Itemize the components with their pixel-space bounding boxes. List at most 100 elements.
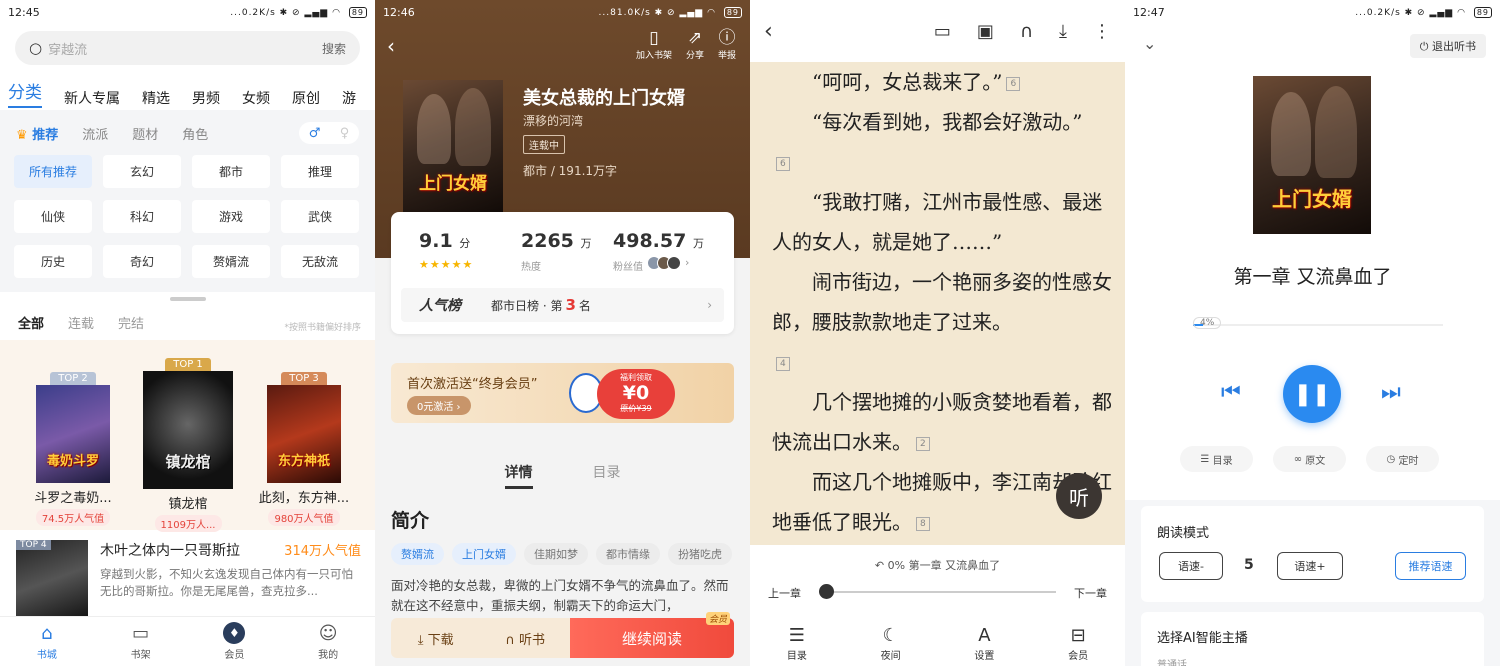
subtab-role[interactable]: 角色 <box>182 124 208 143</box>
fans-value[interactable]: 498.57 万 <box>613 230 704 252</box>
genre-item[interactable]: 奇幻 <box>103 245 181 278</box>
tab-male[interactable]: 男频 <box>192 88 220 108</box>
headphones-icon[interactable]: ∩ <box>1020 21 1033 42</box>
back-icon[interactable]: ‹ <box>387 34 395 58</box>
chapter-title: 第一章 又流鼻血了 <box>1233 266 1392 288</box>
comment-count[interactable]: 6 <box>1006 76 1021 91</box>
comment-count[interactable]: 8 <box>916 516 930 531</box>
comment-count[interactable]: 2 <box>916 436 930 451</box>
skip-next-icon[interactable]: ⏭ <box>1381 380 1401 405</box>
comment-count[interactable]: 6 <box>776 156 790 171</box>
link-icon: ∞ <box>1293 453 1303 465</box>
gender-toggle[interactable]: ♂ ♀ <box>299 122 359 144</box>
report-button[interactable]: ⓘ 举报 <box>718 28 736 61</box>
tag[interactable]: 佳期如梦 <box>524 543 588 565</box>
tag[interactable]: 都市情缘 <box>596 543 660 565</box>
undo-icon[interactable]: ↶ <box>875 559 884 572</box>
fan-avatars[interactable]: › <box>647 256 689 270</box>
genre-item[interactable]: 无敌流 <box>281 245 359 278</box>
genre-item[interactable]: 游戏 <box>192 200 270 233</box>
vip-promo-banner[interactable]: 首次激活送“终身会员” 0元激活 › 福利领取 ¥0 原价¥39 <box>391 363 734 423</box>
rank-book-top2[interactable]: TOP 2 毒奶斗罗 斗罗之毒奶... 74.5万人气值 <box>30 366 116 526</box>
tag[interactable]: 扮猪吃虎 <box>668 543 732 565</box>
continue-reading-button[interactable]: 继续阅读 会员 <box>569 612 735 658</box>
tab-game[interactable]: 游 <box>342 88 356 108</box>
search-button[interactable]: 搜索 <box>322 40 346 57</box>
tab-catalog[interactable]: 目录 <box>593 462 621 489</box>
skip-previous-icon[interactable]: ⏮ <box>1221 380 1241 405</box>
nav-bookstore[interactable]: ⌂ 书城 <box>0 617 94 666</box>
nav-bookshelf[interactable]: ▭ 书架 <box>94 617 188 666</box>
exit-listen-button[interactable]: ⏻ 退出听书 <box>1409 34 1486 58</box>
progress-slider[interactable] <box>826 591 1056 593</box>
menu-catalog[interactable]: ☰ 目录 <box>750 625 844 662</box>
pause-button[interactable]: ❚❚ <box>1283 365 1341 423</box>
slider-knob[interactable] <box>819 584 834 599</box>
genre-item[interactable]: 历史 <box>14 245 92 278</box>
nav-vip[interactable]: ♦ 会员 <box>188 617 282 666</box>
download-button[interactable]: ⤓ 下载 <box>391 629 480 648</box>
tab-female[interactable]: 女频 <box>242 88 270 108</box>
free-icon[interactable]: ▣ <box>977 21 994 42</box>
genre-item[interactable]: 赘婿流 <box>192 245 270 278</box>
search-input[interactable]: 穿越流 <box>48 39 87 58</box>
speed-up-button[interactable]: 语速+ <box>1277 552 1343 580</box>
rank-row[interactable]: 人气榜 都市日榜 · 第3名 › <box>401 288 724 322</box>
recommended-speed-button[interactable]: 推荐语速 <box>1395 552 1466 580</box>
activate-button[interactable]: 0元激活 › <box>407 396 471 415</box>
tab-detail[interactable]: 详情 <box>504 462 533 489</box>
rank-tab-all[interactable]: 全部 <box>18 313 44 332</box>
chevron-down-icon[interactable]: ⌄ <box>1143 34 1156 53</box>
tab-category[interactable]: 分类 <box>8 78 42 108</box>
subtab-recommend[interactable]: ♛ 推荐 <box>16 124 58 143</box>
paragraph-comment-row: 4 <box>772 342 1117 382</box>
back-icon[interactable]: ‹ <box>764 19 773 44</box>
tab-original[interactable]: 原创 <box>292 88 320 108</box>
catalog-button[interactable]: ☰ 目录 <box>1180 446 1253 472</box>
audio-progress-bar[interactable] <box>1193 324 1443 326</box>
tab-newcomer[interactable]: 新人专属 <box>64 88 120 108</box>
share-button[interactable]: ⇗ 分享 <box>686 28 704 61</box>
subtab-style[interactable]: 流派 <box>82 124 108 143</box>
timer-button[interactable]: ◷ 定时 <box>1366 446 1439 472</box>
rank-book-top1[interactable]: TOP 1 镇龙棺 镇龙棺 1109万人... <box>138 352 238 532</box>
menu-night[interactable]: ☾ 夜间 <box>844 625 938 662</box>
bottom-nav: ⌂ 书城 ▭ 书架 ♦ 会员 ☺ 我的 <box>0 616 375 666</box>
genre-item[interactable]: 仙侠 <box>14 200 92 233</box>
menu-vip[interactable]: ⊟ 会员 <box>1031 625 1125 662</box>
book-cover: 东方神祇 <box>267 385 341 483</box>
rank-tab-serial[interactable]: 连载 <box>68 313 94 332</box>
next-chapter-button[interactable]: 下一章 <box>1074 585 1107 601</box>
listen-button[interactable]: ∩ 听书 <box>480 629 569 648</box>
genre-item[interactable]: 科幻 <box>103 200 181 233</box>
listen-fab[interactable]: 听 <box>1056 473 1102 519</box>
genre-item[interactable]: 推理 <box>281 155 359 188</box>
speed-down-button[interactable]: 语速- <box>1159 552 1223 580</box>
comment-count[interactable]: 4 <box>776 356 790 371</box>
drag-handle[interactable] <box>170 297 206 301</box>
tag[interactable]: 赘婿流 <box>391 543 444 565</box>
download-icon[interactable]: ⤓ <box>1059 21 1067 42</box>
original-text-button[interactable]: ∞ 原文 <box>1273 446 1346 472</box>
tag[interactable]: 上门女婿 <box>452 543 516 565</box>
monitor-icon[interactable]: ▭ <box>934 21 951 42</box>
genre-item[interactable]: 武侠 <box>281 200 359 233</box>
prev-chapter-button[interactable]: 上一章 <box>768 585 801 601</box>
genre-item[interactable]: 都市 <box>192 155 270 188</box>
subtab-theme[interactable]: 题材 <box>132 124 158 143</box>
speed-value: 5 <box>1244 557 1254 573</box>
genre-item[interactable]: 玄幻 <box>103 155 181 188</box>
add-to-shelf-button[interactable]: ▯ 加入书架 <box>636 28 672 61</box>
rank-book-top3[interactable]: TOP 3 东方神祇 此刻，东方神... 980万人气值 <box>258 366 350 526</box>
genre-item[interactable]: 所有推荐 <box>14 155 92 188</box>
rank-badge: TOP 2 <box>50 372 96 385</box>
rank-book-top4[interactable]: TOP 4 木叶之体内一只哥斯拉 314万人气值 穿越到火影，不知火玄逸发现自己… <box>16 540 361 620</box>
book-author[interactable]: 漂移的河湾 <box>523 112 583 129</box>
tab-featured[interactable]: 精选 <box>142 88 170 108</box>
nav-profile[interactable]: ☺ 我的 <box>281 617 375 666</box>
ai-host-option[interactable]: 普通话 <box>1157 656 1187 666</box>
search-bar[interactable]: ○ 穿越流 搜索 <box>15 31 360 65</box>
rank-tab-finished[interactable]: 完结 <box>118 313 144 332</box>
more-icon[interactable]: ⋮ <box>1093 21 1111 42</box>
menu-settings[interactable]: A 设置 <box>938 625 1032 662</box>
